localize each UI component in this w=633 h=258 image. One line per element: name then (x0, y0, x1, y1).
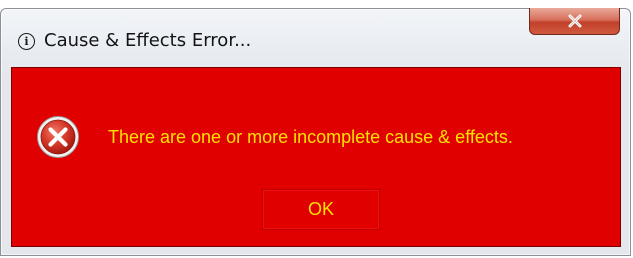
info-icon: i (18, 33, 35, 50)
title-bar[interactable]: i Cause & Effects Error... (1, 8, 630, 71)
error-icon (37, 116, 79, 158)
error-dialog-window: i Cause & Effects Error... There are one… (0, 8, 631, 256)
close-button[interactable] (529, 8, 620, 35)
ok-button[interactable]: OK (262, 189, 380, 230)
error-message: There are one or more incomplete cause &… (108, 127, 513, 147)
dialog-body: There are one or more incomplete cause &… (11, 67, 621, 247)
window-title: Cause & Effects Error... (44, 30, 252, 51)
close-icon (568, 14, 581, 28)
